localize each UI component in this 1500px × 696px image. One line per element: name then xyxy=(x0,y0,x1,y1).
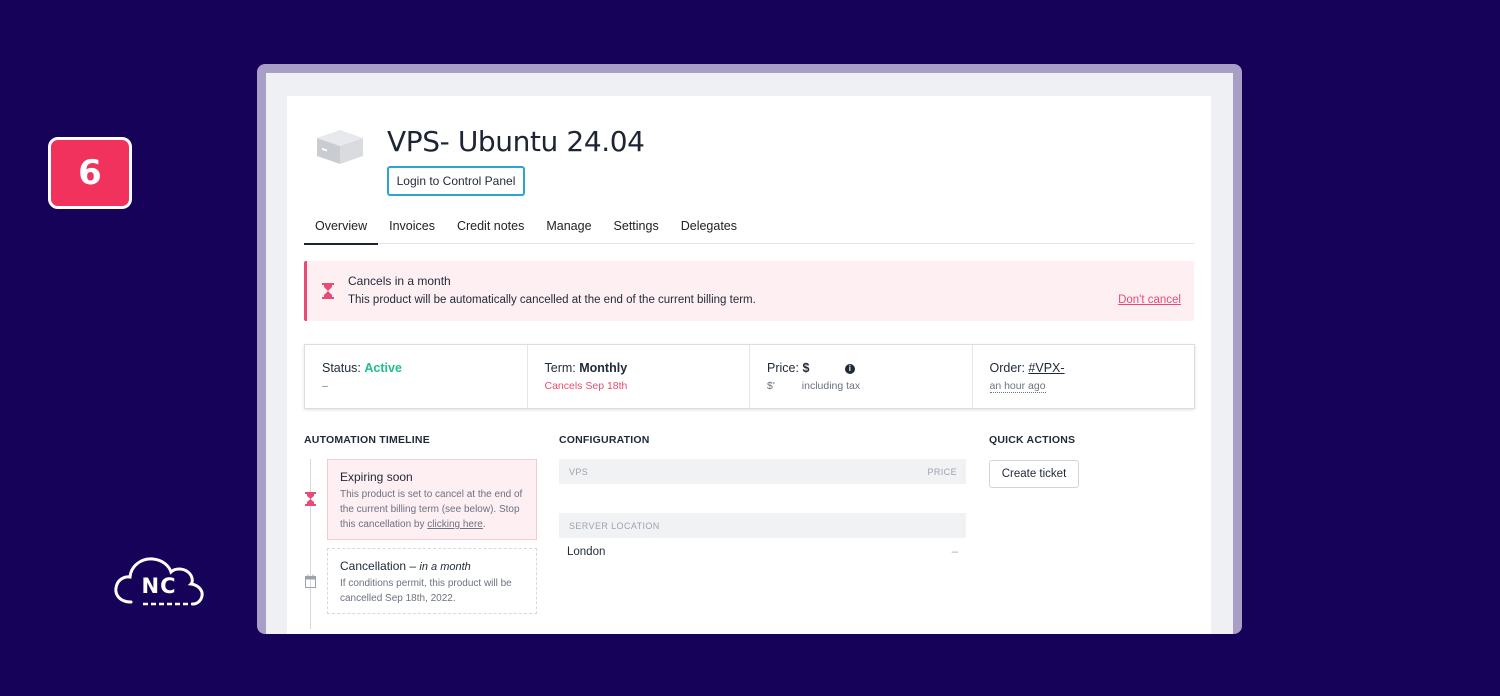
server-location-row: London – xyxy=(567,546,958,558)
term-label: Term: xyxy=(544,361,576,375)
stop-cancellation-link[interactable]: clicking here xyxy=(427,519,483,530)
timeline-item-cancellation: Cancellation – in a month If conditions … xyxy=(327,548,537,614)
hourglass-icon xyxy=(322,283,334,299)
configuration-heading: CONFIGURATION xyxy=(559,434,650,446)
server-location-header: SERVER LOCATION xyxy=(559,513,966,538)
order-label: Order: xyxy=(989,361,1025,375)
step-number-badge: 6 xyxy=(48,137,132,209)
timeline-line xyxy=(310,459,311,629)
tab-overview[interactable]: Overview xyxy=(304,210,379,245)
tab-delegates[interactable]: Delegates xyxy=(670,210,748,244)
server-location-price: – xyxy=(951,546,958,558)
order-time: an hour ago xyxy=(989,380,1046,393)
nc-logo-text: NC xyxy=(141,574,177,598)
timeline-item-title: Expiring soon xyxy=(340,470,413,484)
stat-price: Price: $ i $' including tax xyxy=(750,345,973,408)
status-label: Status: xyxy=(322,361,361,375)
timeline-item-expiring: Expiring soon This product is set to can… xyxy=(327,459,537,540)
timeline-item-text: If conditions permit, this product will … xyxy=(340,578,512,604)
step-number: 6 xyxy=(78,153,102,193)
stats-bar: Status: Active – Term: Monthly Cancels S… xyxy=(304,344,1195,409)
stat-status: Status: Active – xyxy=(305,345,528,408)
term-sub: Cancels Sep 18th xyxy=(544,380,628,392)
tab-invoices[interactable]: Invoices xyxy=(378,210,446,244)
config-table-header: VPS PRICE xyxy=(559,459,966,484)
status-badge: Active xyxy=(364,361,402,375)
automation-timeline-heading: AUTOMATION TIMELINE xyxy=(304,434,430,446)
alert-text: This product will be automatically cance… xyxy=(348,294,756,306)
stat-order: Order: #VPX- an hour ago xyxy=(973,345,1195,408)
term-value: Monthly xyxy=(579,361,628,375)
tab-settings[interactable]: Settings xyxy=(603,210,670,244)
quick-actions-heading: QUICK ACTIONS xyxy=(989,434,1076,446)
order-link[interactable]: #VPX- xyxy=(1028,361,1064,375)
cancellation-alert: Cancels in a month This product will be … xyxy=(304,261,1194,321)
timeline-item-title: Cancellation – xyxy=(340,559,417,573)
alert-title: Cancels in a month xyxy=(348,274,451,288)
price-value: $ xyxy=(802,361,810,375)
screenshot-frame: VPS- Ubuntu 24.04 Login to Control Panel… xyxy=(257,64,1242,634)
config-header-right: PRICE xyxy=(927,467,957,477)
tab-manage[interactable]: Manage xyxy=(535,210,602,244)
server-location-label: SERVER LOCATION xyxy=(569,521,660,531)
server-location-value: London xyxy=(567,546,606,558)
stat-term: Term: Monthly Cancels Sep 18th xyxy=(528,345,750,408)
hourglass-icon xyxy=(305,492,316,506)
create-ticket-button[interactable]: Create ticket xyxy=(989,460,1079,488)
server-box-icon xyxy=(317,130,363,164)
price-sub-currency: $' xyxy=(767,380,775,392)
tab-credit-notes[interactable]: Credit notes xyxy=(446,210,535,244)
timeline-item-when: in a month xyxy=(419,561,471,573)
info-icon[interactable]: i xyxy=(844,363,855,374)
price-sub-tax: including tax xyxy=(801,380,861,392)
login-control-panel-button[interactable]: Login to Control Panel xyxy=(387,166,525,196)
config-header-left: VPS xyxy=(569,467,589,477)
nc-cloud-logo: NC xyxy=(113,550,205,612)
tab-bar: Overview Invoices Credit notes Manage Se… xyxy=(304,210,1194,245)
product-card: VPS- Ubuntu 24.04 Login to Control Panel… xyxy=(287,96,1211,634)
calendar-icon xyxy=(305,574,316,588)
status-sub: – xyxy=(322,380,328,392)
product-title: VPS- Ubuntu 24.04 xyxy=(387,125,645,158)
dont-cancel-link[interactable]: Don't cancel xyxy=(1118,294,1181,306)
price-label: Price: xyxy=(767,361,799,375)
frame-inner: VPS- Ubuntu 24.04 Login to Control Panel… xyxy=(266,73,1233,634)
